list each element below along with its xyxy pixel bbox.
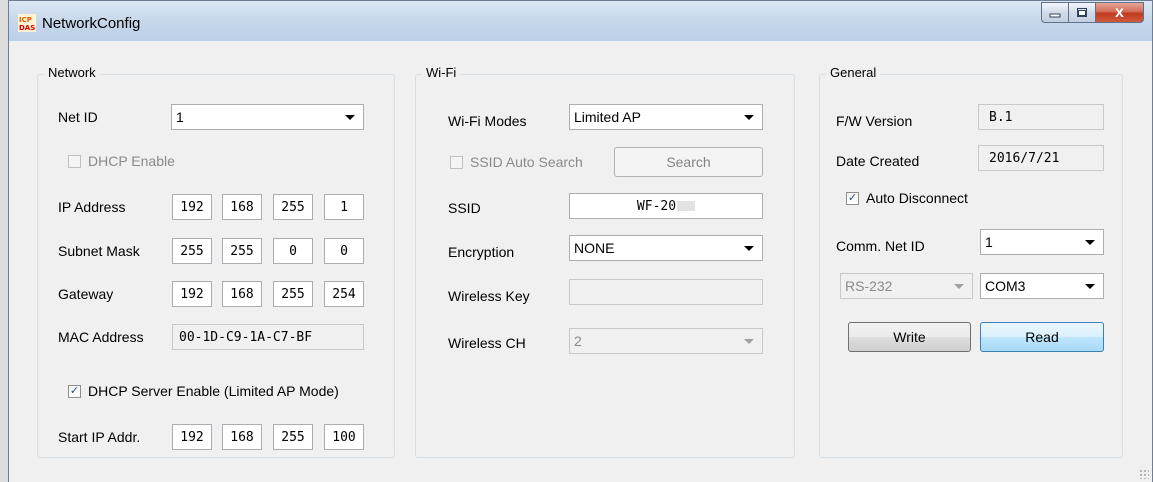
redacted-mask <box>677 201 696 211</box>
auto-disconnect-label: Auto Disconnect <box>866 190 968 206</box>
window-title: NetworkConfig <box>42 15 141 32</box>
interface-select[interactable]: RS-232 <box>840 273 973 299</box>
start-ip-octet-2[interactable]: 168 <box>222 424 262 450</box>
net-id-select[interactable]: 1 <box>171 104 364 130</box>
ssid-input[interactable]: WF-20 <box>569 193 763 219</box>
comm-net-id-select[interactable]: 1 <box>980 229 1104 255</box>
minimize-button[interactable] <box>1041 2 1069 23</box>
title-bar[interactable]: ICP DAS NetworkConfig x <box>9 1 1152 41</box>
chevron-down-icon <box>1085 284 1095 289</box>
start-ip-octet-1[interactable]: 192 <box>172 424 212 450</box>
net-id-label: Net ID <box>58 109 98 125</box>
wifi-group-title: Wi-Fi <box>422 65 461 80</box>
start-ip-octet-4[interactable]: 100 <box>324 424 364 450</box>
network-group: Network Net ID 1 DHCP Enable IP Address … <box>37 65 395 458</box>
subnet-mask-label: Subnet Mask <box>58 243 140 259</box>
read-button[interactable]: Read <box>980 322 1104 352</box>
ip-octet-3[interactable]: 255 <box>273 194 313 220</box>
gateway-octet-3[interactable]: 255 <box>273 281 313 307</box>
ip-octet-1[interactable]: 192 <box>172 194 212 220</box>
mac-address-label: MAC Address <box>58 329 144 345</box>
comm-net-id-label: Comm. Net ID <box>836 238 925 254</box>
chevron-down-icon <box>954 284 964 289</box>
net-id-value: 1 <box>176 109 184 125</box>
wireless-key-input[interactable] <box>569 279 763 305</box>
ssid-auto-search-checkbox[interactable] <box>450 156 463 169</box>
port-value: COM3 <box>985 278 1026 294</box>
chevron-down-icon <box>744 339 754 344</box>
encryption-value: NONE <box>574 240 615 256</box>
gateway-octet-2[interactable]: 168 <box>222 281 262 307</box>
wireless-ch-value: 2 <box>574 333 582 349</box>
wireless-ch-label: Wireless CH <box>448 335 526 351</box>
wifi-modes-select[interactable]: Limited AP <box>569 104 763 130</box>
date-created-label: Date Created <box>836 153 920 169</box>
write-button[interactable]: Write <box>848 322 971 352</box>
checkmark-icon: ✓ <box>69 385 80 397</box>
maximize-button[interactable] <box>1069 2 1096 23</box>
gateway-label: Gateway <box>58 286 114 302</box>
chevron-down-icon <box>1085 240 1095 245</box>
mask-octet-1[interactable]: 255 <box>172 238 212 264</box>
wifi-modes-value: Limited AP <box>574 109 641 125</box>
maximize-icon <box>1077 7 1087 17</box>
gateway-octet-4[interactable]: 254 <box>324 281 364 307</box>
svg-text:DAS: DAS <box>19 24 35 32</box>
interface-value: RS-232 <box>845 278 893 294</box>
wireless-ch-select[interactable]: 2 <box>569 328 763 354</box>
start-ip-label: Start IP Addr. <box>58 429 141 445</box>
wifi-group: Wi-Fi Wi-Fi Modes Limited AP SSID Auto S… <box>415 65 795 458</box>
dhcp-enable-label: DHCP Enable <box>88 153 175 169</box>
ip-address-label: IP Address <box>58 199 126 215</box>
app-logo-icon: ICP DAS <box>18 14 36 32</box>
general-group: General F/W Version B.1 Date Created 201… <box>819 65 1123 458</box>
ip-octet-2[interactable]: 168 <box>222 194 262 220</box>
ssid-auto-search-label: SSID Auto Search <box>470 154 583 170</box>
client-area: Network Net ID 1 DHCP Enable IP Address … <box>9 41 1152 482</box>
close-button[interactable]: x <box>1096 2 1144 23</box>
comm-net-id-value: 1 <box>985 234 993 250</box>
resize-grip[interactable] <box>1139 469 1149 479</box>
port-select[interactable]: COM3 <box>980 273 1104 299</box>
minimize-icon <box>1049 13 1061 17</box>
dhcp-enable-checkbox[interactable] <box>68 155 81 168</box>
fw-version-label: F/W Version <box>836 113 913 129</box>
svg-text:ICP: ICP <box>19 16 32 24</box>
chevron-down-icon <box>744 246 754 251</box>
chevron-down-icon <box>744 115 754 120</box>
search-button[interactable]: Search <box>614 147 763 177</box>
ssid-value: WF-20 <box>636 198 677 214</box>
ip-octet-4[interactable]: 1 <box>324 194 364 220</box>
ssid-label: SSID <box>448 200 481 216</box>
wireless-key-label: Wireless Key <box>448 288 530 304</box>
mac-address-field[interactable]: 00-1D-C9-1A-C7-BF <box>172 324 364 350</box>
mask-octet-2[interactable]: 255 <box>222 238 262 264</box>
close-icon: x <box>1115 3 1124 21</box>
encryption-select[interactable]: NONE <box>569 235 763 261</box>
encryption-label: Encryption <box>448 244 515 260</box>
chevron-down-icon <box>345 115 355 120</box>
general-group-title: General <box>826 65 881 80</box>
mask-octet-3[interactable]: 0 <box>273 238 313 264</box>
dhcp-server-checkbox[interactable]: ✓ <box>68 385 81 398</box>
checkmark-icon: ✓ <box>847 192 858 204</box>
window-controls: x <box>1041 2 1144 24</box>
mask-octet-4[interactable]: 0 <box>324 238 364 264</box>
app-window: ICP DAS NetworkConfig x Network Net ID 1 <box>8 0 1153 482</box>
date-created-field[interactable]: 2016/7/21 <box>978 145 1104 171</box>
wifi-modes-label: Wi-Fi Modes <box>448 113 527 129</box>
fw-version-field[interactable]: B.1 <box>978 104 1104 130</box>
auto-disconnect-checkbox[interactable]: ✓ <box>846 192 859 205</box>
gateway-octet-1[interactable]: 192 <box>172 281 212 307</box>
dhcp-server-label: DHCP Server Enable (Limited AP Mode) <box>88 383 339 399</box>
network-group-title: Network <box>44 65 100 80</box>
start-ip-octet-3[interactable]: 255 <box>273 424 313 450</box>
